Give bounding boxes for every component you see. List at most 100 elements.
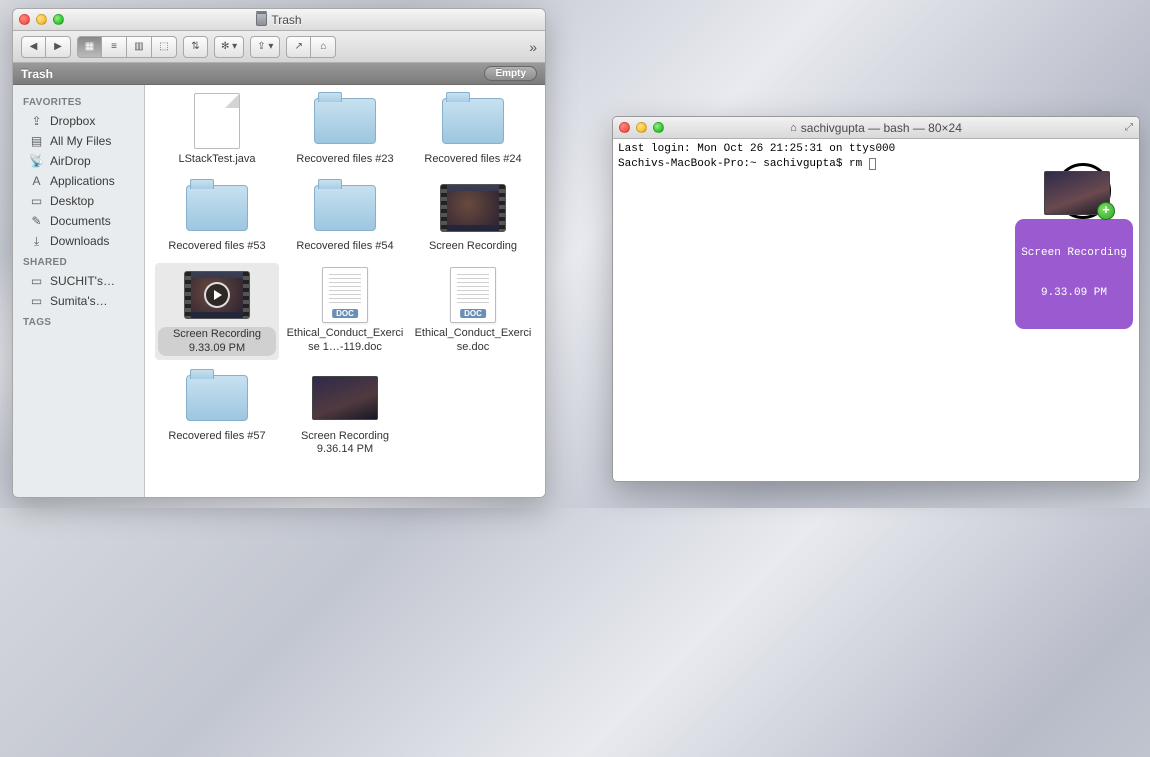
- terminal-line-1: Last login: Mon Oct 26 21:25:31 on ttys0…: [618, 143, 895, 155]
- file-item[interactable]: Screen Recording 9.33.09 PM: [155, 263, 279, 359]
- minimize-button[interactable]: [636, 122, 647, 133]
- folder-icon: [438, 93, 508, 149]
- file-label: Ethical_Conduct_Exercise.doc: [414, 327, 532, 353]
- minimize-button[interactable]: [36, 14, 47, 25]
- finder-titlebar[interactable]: Trash: [13, 9, 545, 31]
- view-list[interactable]: ≡: [102, 36, 127, 58]
- applications-icon: A: [29, 175, 44, 188]
- video-file-icon: [182, 267, 252, 323]
- expand-icon[interactable]: ⤢: [1125, 122, 1133, 133]
- sidebar-header-tags: TAGS: [13, 311, 144, 331]
- screenshot-icon: [310, 370, 380, 426]
- java-file-icon: [182, 93, 252, 149]
- view-columns[interactable]: ▥: [127, 36, 152, 58]
- terminal-titlebar[interactable]: ⌂ sachivgupta — bash — 80×24 ⤢: [613, 117, 1139, 139]
- dropbox-button[interactable]: ⇪ ▾: [250, 36, 280, 58]
- terminal-window: ⌂ sachivgupta — bash — 80×24 ⤢ Last logi…: [612, 116, 1140, 482]
- sidebar-item-airdrop[interactable]: 📡AirDrop: [13, 151, 144, 171]
- sidebar-header-favorites: FAVORITES: [13, 91, 144, 111]
- forward-button[interactable]: ▶: [46, 36, 71, 58]
- view-switcher: ▦ ≡ ▥ ⬚: [77, 36, 177, 58]
- airdrop-icon: 📡: [29, 155, 44, 168]
- zoom-button[interactable]: [653, 122, 664, 133]
- window-controls: [619, 122, 664, 133]
- location-label: Trash: [21, 67, 53, 81]
- doc-file-icon: DOC: [438, 267, 508, 323]
- file-label: Recovered files #24: [424, 153, 521, 166]
- trash-icon: [256, 13, 267, 26]
- terminal-title-text: sachivgupta — bash — 80×24: [801, 121, 962, 135]
- file-item[interactable]: Recovered files #23: [283, 89, 407, 170]
- computer-icon: ▭: [29, 295, 44, 308]
- file-label: Ethical_Conduct_Exercise 1…-119.doc: [286, 327, 404, 353]
- file-label: Screen Recording 9.33.09 PM: [158, 327, 276, 355]
- close-button[interactable]: [19, 14, 30, 25]
- home-icon: ⌂: [790, 122, 797, 134]
- sidebar-item-downloads[interactable]: ⤓Downloads: [13, 231, 144, 251]
- toolbar-overflow[interactable]: »: [529, 39, 537, 55]
- nav-buttons: ◀ ▶: [21, 36, 71, 58]
- window-title: Trash: [13, 13, 545, 27]
- file-item[interactable]: Screen Recording: [411, 176, 535, 257]
- file-label: Recovered files #57: [168, 430, 265, 443]
- downloads-icon: ⤓: [29, 235, 44, 248]
- share-button[interactable]: ↗: [286, 36, 311, 58]
- share-edit-group: ↗ ⌂: [286, 36, 336, 58]
- finder-sidebar: FAVORITES ⇪Dropbox ▤All My Files 📡AirDro…: [13, 85, 145, 497]
- file-label: Recovered files #23: [296, 153, 393, 166]
- drag-preview: + Screen Recording 9.33.09 PM: [1009, 171, 1125, 329]
- window-title-text: Trash: [271, 13, 301, 27]
- doc-file-icon: DOC: [310, 267, 380, 323]
- file-item[interactable]: Recovered files #57: [155, 366, 279, 460]
- terminal-body[interactable]: Last login: Mon Oct 26 21:25:31 on ttys0…: [613, 139, 1139, 481]
- file-label: Recovered files #53: [168, 240, 265, 253]
- window-controls: [19, 14, 64, 25]
- documents-icon: ✎: [29, 215, 44, 228]
- back-button[interactable]: ◀: [21, 36, 46, 58]
- file-item[interactable]: Screen Recording 9.36.14 PM: [283, 366, 407, 460]
- action-button[interactable]: ✻ ▾: [214, 36, 244, 58]
- folder-icon: [182, 370, 252, 426]
- file-item[interactable]: DOC Ethical_Conduct_Exercise 1…-119.doc: [283, 263, 407, 359]
- all-files-icon: ▤: [29, 135, 44, 148]
- sidebar-item-shared-1[interactable]: ▭SUCHIT's…: [13, 271, 144, 291]
- file-item[interactable]: Recovered files #53: [155, 176, 279, 257]
- desktop-icon: ▭: [29, 195, 44, 208]
- location-bar: Trash Empty: [13, 63, 545, 85]
- computer-icon: ▭: [29, 275, 44, 288]
- empty-trash-button[interactable]: Empty: [484, 66, 537, 81]
- finder-toolbar: ◀ ▶ ▦ ≡ ▥ ⬚ ⇅ ✻ ▾ ⇪ ▾ ↗ ⌂ »: [13, 31, 545, 63]
- video-file-icon: [438, 180, 508, 236]
- file-item[interactable]: DOC Ethical_Conduct_Exercise.doc: [411, 263, 535, 359]
- terminal-cursor: [869, 158, 876, 170]
- zoom-button[interactable]: [53, 14, 64, 25]
- terminal-prompt: Sachivs-MacBook-Pro:~ sachivgupta$: [618, 158, 849, 170]
- sidebar-item-all-my-files[interactable]: ▤All My Files: [13, 131, 144, 151]
- view-icon-grid[interactable]: ▦: [77, 36, 102, 58]
- file-label: LStackTest.java: [178, 153, 255, 166]
- edit-tags-button[interactable]: ⌂: [311, 36, 336, 58]
- file-label: Recovered files #54: [296, 240, 393, 253]
- file-label: Screen Recording: [429, 240, 517, 253]
- file-item[interactable]: LStackTest.java: [155, 89, 279, 170]
- close-button[interactable]: [619, 122, 630, 133]
- folder-icon: [310, 180, 380, 236]
- folder-icon: [182, 180, 252, 236]
- file-item[interactable]: Recovered files #54: [283, 176, 407, 257]
- sidebar-item-applications[interactable]: AApplications: [13, 171, 144, 191]
- view-coverflow[interactable]: ⬚: [152, 36, 177, 58]
- finder-content[interactable]: LStackTest.java Recovered files #23 Recove…: [145, 85, 545, 497]
- terminal-command: rm: [849, 158, 869, 170]
- file-item[interactable]: Recovered files #24: [411, 89, 535, 170]
- sidebar-item-dropbox[interactable]: ⇪Dropbox: [13, 111, 144, 131]
- dropbox-icon: ⇪: [29, 115, 44, 128]
- sidebar-header-shared: SHARED: [13, 251, 144, 271]
- sidebar-item-documents[interactable]: ✎Documents: [13, 211, 144, 231]
- folder-icon: [310, 93, 380, 149]
- arrange-button[interactable]: ⇅: [183, 36, 208, 58]
- terminal-title: ⌂ sachivgupta — bash — 80×24: [613, 121, 1139, 135]
- finder-window: Trash ◀ ▶ ▦ ≡ ▥ ⬚ ⇅ ✻ ▾ ⇪ ▾ ↗ ⌂ » Trash …: [12, 8, 546, 498]
- sidebar-item-desktop[interactable]: ▭Desktop: [13, 191, 144, 211]
- sidebar-item-shared-2[interactable]: ▭Sumita's…: [13, 291, 144, 311]
- file-label: Screen Recording 9.36.14 PM: [286, 430, 404, 456]
